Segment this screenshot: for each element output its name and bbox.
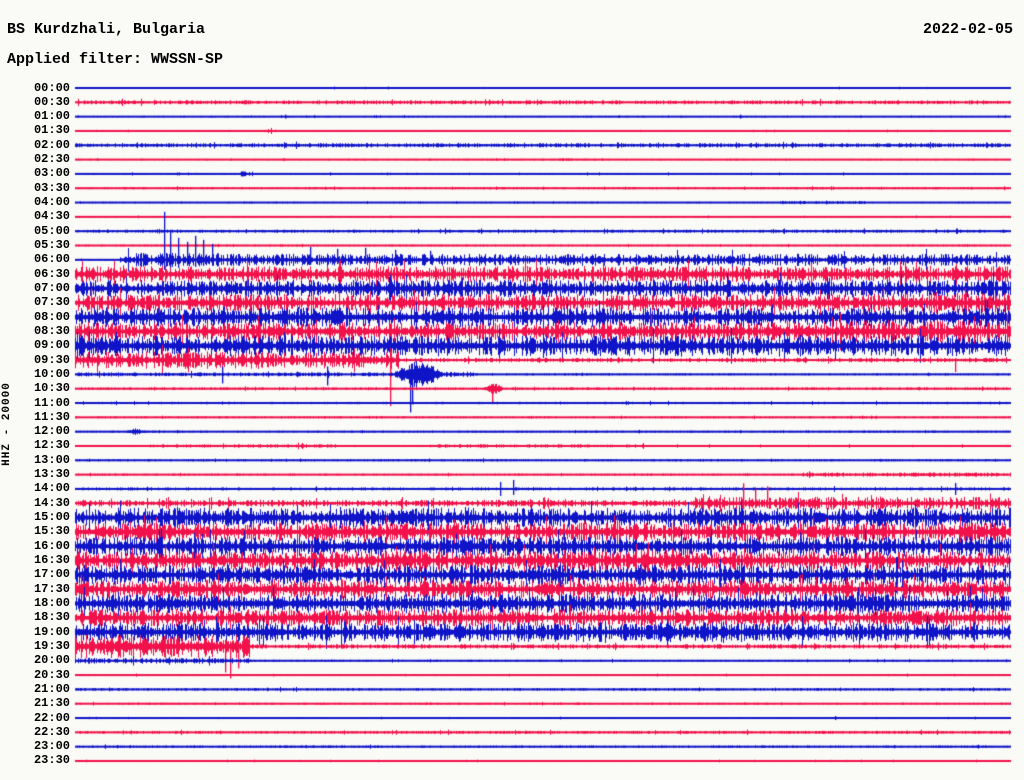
time-label-1700: 17:00 — [33, 567, 70, 582]
time-label-0930: 09:30 — [33, 352, 70, 367]
time-label-0000: 00:00 — [33, 80, 70, 95]
time-label-1330: 13:30 — [33, 467, 70, 482]
date-label: 2022-02-05 — [922, 21, 1013, 38]
station-title: BS Kurdzhali, Bulgaria — [7, 21, 206, 38]
time-label-2100: 21:00 — [33, 681, 70, 696]
time-label-2330: 23:30 — [33, 753, 70, 768]
time-label-0630: 06:30 — [33, 266, 70, 281]
time-label-0800: 08:00 — [33, 309, 70, 324]
time-label-1630: 16:30 — [33, 553, 70, 568]
time-label-0100: 01:00 — [33, 109, 70, 124]
time-label-0700: 07:00 — [33, 280, 70, 295]
time-label-1030: 10:30 — [33, 381, 70, 396]
time-label-1500: 15:00 — [33, 510, 70, 525]
time-label-2130: 21:30 — [33, 696, 70, 711]
time-label-0900: 09:00 — [33, 338, 70, 353]
time-label-0600: 06:00 — [33, 252, 70, 267]
time-label-1000: 10:00 — [33, 366, 70, 381]
time-label-1530: 15:30 — [33, 524, 70, 539]
time-label-0030: 00:30 — [33, 94, 70, 109]
time-label-2030: 20:30 — [33, 667, 70, 682]
time-label-2300: 23:00 — [33, 739, 70, 754]
time-label-1430: 14:30 — [33, 495, 70, 510]
time-label-1800: 18:00 — [33, 595, 70, 610]
time-label-0500: 05:00 — [33, 223, 70, 238]
applied-filter-label: Applied filter: WWSSN-SP — [7, 51, 224, 68]
helicorder-canvas — [0, 0, 1024, 780]
time-label-1230: 12:30 — [33, 438, 70, 453]
time-label-1400: 14:00 — [33, 481, 70, 496]
time-label-2200: 22:00 — [33, 710, 70, 725]
time-label-1900: 19:00 — [33, 624, 70, 639]
time-label-1200: 12:00 — [33, 424, 70, 439]
time-label-1130: 11:30 — [33, 409, 70, 424]
time-label-0530: 05:30 — [33, 238, 70, 252]
time-label-2000: 20:00 — [33, 653, 70, 668]
time-label-0300: 03:00 — [33, 166, 70, 181]
time-label-0730: 07:30 — [33, 295, 70, 310]
time-label-1830: 18:30 — [33, 610, 70, 625]
time-label-1930: 19:30 — [33, 638, 70, 653]
time-label-0330: 03:30 — [33, 180, 70, 195]
time-label-0830: 08:30 — [33, 323, 70, 338]
time-label-0130: 01:30 — [33, 123, 70, 138]
time-label-2230: 22:30 — [33, 724, 70, 739]
time-label-0200: 02:00 — [33, 137, 70, 152]
time-label-0230: 02:30 — [33, 152, 70, 167]
time-label-1600: 16:00 — [33, 538, 70, 553]
time-label-1300: 13:00 — [33, 452, 70, 467]
time-label-0400: 04:00 — [33, 195, 70, 210]
time-label-0430: 04:30 — [33, 209, 70, 224]
time-label-1100: 11:00 — [33, 395, 70, 410]
time-label-1730: 17:30 — [33, 581, 70, 596]
helicorder-page: BS Kurdzhali, Bulgaria Applied filter: W… — [0, 0, 1024, 780]
